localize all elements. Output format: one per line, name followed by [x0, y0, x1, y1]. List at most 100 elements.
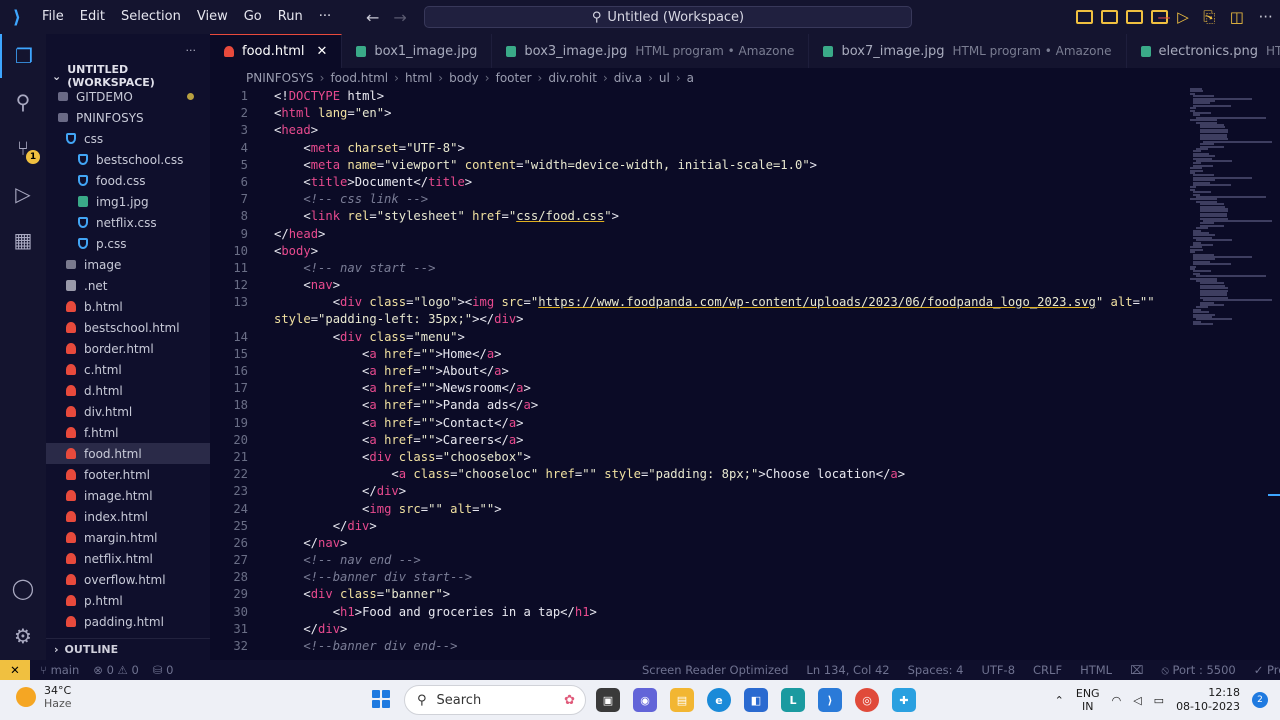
tree-item[interactable]: netflix.html	[46, 548, 210, 569]
menu-item[interactable]: Edit	[72, 0, 113, 34]
cursor-position[interactable]: Ln 134, Col 42	[806, 663, 889, 678]
tree-item[interactable]: p.css	[46, 233, 210, 254]
menu-item[interactable]: File	[34, 0, 72, 34]
battery-icon[interactable]: ▭	[1154, 694, 1164, 707]
live-server-port[interactable]: ⦸ Port : 5500	[1161, 663, 1235, 678]
branch-status[interactable]: ⑂ main	[40, 663, 79, 677]
explorer-icon[interactable]: ❐	[0, 34, 46, 78]
tree-item[interactable]: overflow.html	[46, 569, 210, 590]
breadcrumb-item[interactable]: body	[449, 71, 496, 85]
editor-tab[interactable]: food.html ✕	[210, 34, 343, 68]
outline-section[interactable]: › OUTLINE	[46, 638, 210, 660]
breadcrumb-item[interactable]: footer	[496, 71, 549, 85]
tree-item[interactable]: image	[46, 254, 210, 275]
clock[interactable]: 12:18 08-10-2023	[1176, 686, 1240, 714]
toggle-primary-sidebar-icon[interactable]	[1076, 10, 1093, 24]
command-center-search[interactable]: ⚲ Untitled (Workspace)	[424, 6, 912, 28]
search-view-icon[interactable]: ⚲	[0, 80, 46, 124]
screen-reader-status[interactable]: Screen Reader Optimized	[642, 663, 788, 678]
store-icon[interactable]: ◧	[744, 688, 768, 712]
tree-item[interactable]: border.html	[46, 338, 210, 359]
explorer-more-icon[interactable]: ···	[186, 44, 197, 57]
tree-item[interactable]: food.css	[46, 170, 210, 191]
menu-item[interactable]: ···	[311, 0, 339, 34]
run-debug-icon[interactable]: ▷	[0, 172, 46, 216]
encoding-status[interactable]: UTF-8	[981, 663, 1015, 678]
remote-indicator[interactable]: ✕	[0, 660, 30, 680]
menu-item[interactable]: Selection	[113, 0, 189, 34]
tree-item[interactable]: netflix.css	[46, 212, 210, 233]
language-mode[interactable]: HTML	[1080, 663, 1112, 678]
open-changes-icon[interactable]: ⎘	[1203, 8, 1215, 26]
scrollbar-indicator[interactable]	[1268, 494, 1280, 496]
toggle-panel-icon[interactable]	[1101, 10, 1118, 24]
breadcrumb-item[interactable]: PNINFOSYS	[246, 71, 330, 85]
close-tab-icon[interactable]: ✕	[316, 44, 327, 59]
tree-item[interactable]: f.html	[46, 422, 210, 443]
tree-item[interactable]: div.html	[46, 401, 210, 422]
tree-item[interactable]: img1.jpg	[46, 191, 210, 212]
tree-item[interactable]: css	[46, 128, 210, 149]
breadcrumb-item[interactable]: a	[687, 71, 706, 85]
settings-gear-icon[interactable]: ⚙	[0, 614, 46, 658]
weather-widget[interactable]: 34°C Haze	[16, 684, 72, 710]
menu-item[interactable]: Go	[236, 0, 270, 34]
breadcrumb-item[interactable]: div.rohit	[548, 71, 613, 85]
menu-item[interactable]: View	[189, 0, 236, 34]
back-arrow-icon[interactable]: ←	[366, 8, 379, 27]
vscode-taskbar-icon[interactable]: ⟩	[818, 688, 842, 712]
tree-item[interactable]: GITDEMO	[46, 86, 210, 107]
problems-status[interactable]: ⊗ 0 ⚠ 0	[93, 663, 139, 677]
tools-icon[interactable]: ✚	[892, 688, 916, 712]
source-control-icon[interactable]: ⑂ 1	[0, 126, 46, 170]
editor-tab[interactable]: box3_image.jpg HTML program • Amazone	[492, 34, 810, 68]
eol-status[interactable]: CRLF	[1033, 663, 1062, 678]
chevron-up-icon[interactable]: ⌃	[1055, 694, 1064, 707]
extensions-icon[interactable]: ▦	[0, 218, 46, 262]
account-icon[interactable]: ◯	[0, 566, 46, 610]
indentation-status[interactable]: Spaces: 4	[908, 663, 964, 678]
wifi-icon[interactable]: ◠	[1112, 694, 1122, 707]
tree-item[interactable]: .net	[46, 275, 210, 296]
breadcrumb-item[interactable]: ul	[659, 71, 687, 85]
tree-item[interactable]: bestschool.html	[46, 317, 210, 338]
notification-badge[interactable]: 2	[1252, 692, 1268, 708]
start-button[interactable]	[372, 690, 390, 708]
breadcrumb-item[interactable]: div.a	[614, 71, 659, 85]
editor-tab[interactable]: box7_image.jpg HTML program • Amazone	[809, 34, 1127, 68]
teams-icon[interactable]: ◉	[633, 688, 657, 712]
editor-tab[interactable]: box1_image.jpg	[342, 34, 493, 68]
prettier-status[interactable]: ✓ Prettier	[1254, 663, 1280, 678]
breadcrumb-item[interactable]: html	[405, 71, 449, 85]
minimap[interactable]	[1190, 88, 1272, 660]
chrome-icon[interactable]: ◎	[855, 688, 879, 712]
toggle-secondary-sidebar-icon[interactable]	[1126, 10, 1143, 24]
breadcrumb-item[interactable]: food.html	[330, 71, 405, 85]
file-explorer-icon[interactable]: ▤	[670, 688, 694, 712]
tree-item[interactable]: margin.html	[46, 527, 210, 548]
task-view-icon[interactable]: ▣	[596, 688, 620, 712]
language-indicator[interactable]: ENG IN	[1076, 687, 1100, 713]
menu-item[interactable]: Run	[270, 0, 311, 34]
tree-item[interactable]: c.html	[46, 359, 210, 380]
tree-item[interactable]: footer.html	[46, 464, 210, 485]
code-editor[interactable]: 1 <!DOCTYPE html> 2 <html lang="en"> 3 <head>…	[210, 88, 1190, 660]
split-editor-icon[interactable]: ◫	[1230, 8, 1244, 26]
l-app-icon[interactable]: L	[781, 688, 805, 712]
tree-item[interactable]: image.html	[46, 485, 210, 506]
feedback-icon[interactable]: ⌧	[1130, 663, 1143, 678]
tree-item[interactable]: food.html	[46, 443, 210, 464]
tree-item[interactable]: PNINFOSYS	[46, 107, 210, 128]
tree-item[interactable]: index.html	[46, 506, 210, 527]
run-icon[interactable]: ▷	[1177, 8, 1189, 26]
volume-icon[interactable]: ◁	[1133, 694, 1141, 707]
more-actions-icon[interactable]: ···	[1258, 8, 1272, 26]
forward-arrow-icon[interactable]: →	[393, 8, 406, 27]
taskbar-search[interactable]: ⚲ Search ✿	[404, 685, 586, 715]
tree-item[interactable]: bestschool.css	[46, 149, 210, 170]
tree-item[interactable]: padding.html	[46, 611, 210, 632]
tree-item[interactable]: d.html	[46, 380, 210, 401]
tree-item[interactable]: b.html	[46, 296, 210, 317]
edge-icon[interactable]: e	[707, 688, 731, 712]
tree-item[interactable]: p.html	[46, 590, 210, 611]
